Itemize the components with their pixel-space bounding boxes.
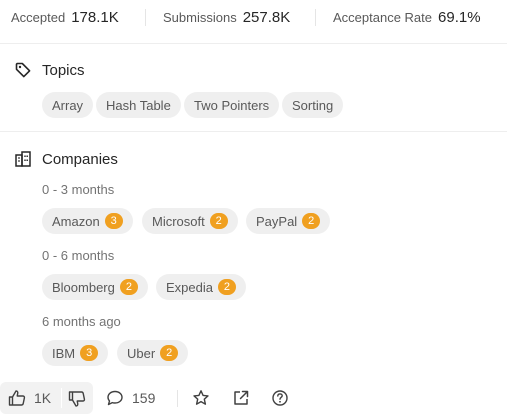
acceptance-rate-value: 69.1%	[438, 9, 481, 26]
company-tag[interactable]: Microsoft 2	[142, 208, 238, 234]
vote-divider	[61, 388, 62, 408]
star-icon[interactable]	[192, 389, 210, 407]
company-tag[interactable]: Amazon 3	[42, 208, 133, 234]
accepted-value: 178.1K	[71, 9, 119, 26]
topic-tag-label: Two Pointers	[194, 97, 270, 113]
topic-tag-label: Sorting	[292, 97, 334, 113]
acceptance-rate-label: Acceptance Rate	[333, 10, 433, 25]
company-tag[interactable]: PayPal 2	[246, 208, 331, 234]
topic-tag[interactable]: Hash Table	[96, 92, 181, 118]
help-icon[interactable]	[271, 389, 289, 407]
period-label: 6 months ago	[42, 314, 121, 329]
company-name: PayPal	[256, 213, 298, 229]
thumbs-up-icon[interactable]	[8, 389, 26, 407]
company-tag[interactable]: Expedia 2	[156, 274, 246, 300]
stats-bar: Accepted 178.1K Submissions 257.8K Accepta…	[0, 0, 507, 35]
company-name: Uber	[127, 345, 156, 361]
topic-tag-label: Hash Table	[106, 97, 171, 113]
stat-divider	[145, 9, 146, 26]
topic-tag[interactable]: Two Pointers	[184, 92, 280, 118]
comment-icon[interactable]	[106, 389, 124, 407]
share-icon[interactable]	[232, 389, 250, 407]
period-label: 0 - 3 months	[42, 182, 115, 197]
count-badge: 3	[80, 345, 99, 361]
count-badge: 2	[217, 279, 236, 295]
count-badge: 2	[119, 279, 138, 295]
topic-tag-label: Array	[52, 97, 84, 113]
company-tag[interactable]: IBM 3	[42, 340, 109, 366]
vote-group: 1K	[0, 382, 93, 414]
submissions-label: Submissions	[163, 10, 237, 25]
company-name: Microsoft	[152, 213, 205, 229]
accepted-stat: Accepted 178.1K	[11, 9, 119, 26]
likes-count[interactable]: 1K	[34, 390, 51, 406]
count-badge: 2	[160, 345, 179, 361]
footer-actions: 1K 159	[0, 382, 507, 414]
tag-icon	[15, 62, 31, 78]
topic-tag[interactable]: Array	[42, 92, 94, 118]
companies-header[interactable]: Companies	[14, 150, 118, 168]
acceptance-rate-stat: Acceptance Rate 69.1%	[333, 9, 481, 26]
divider	[0, 43, 507, 44]
footer-divider	[177, 390, 178, 407]
count-badge: 2	[209, 213, 228, 229]
count-badge: 3	[104, 213, 123, 229]
company-name: Amazon	[52, 213, 100, 229]
company-name: Expedia	[166, 279, 213, 295]
submissions-value: 257.8K	[242, 9, 291, 26]
building-icon	[15, 151, 31, 167]
submissions-stat: Submissions 257.8K	[163, 9, 290, 26]
company-tag[interactable]: Bloomberg 2	[42, 274, 148, 300]
company-name: IBM	[52, 345, 76, 361]
comments-count[interactable]: 159	[132, 390, 155, 406]
company-tag[interactable]: Uber 2	[117, 340, 189, 366]
divider	[0, 131, 507, 132]
thumbs-down-icon[interactable]	[68, 390, 86, 408]
topics-header[interactable]: Topics	[14, 61, 85, 79]
topics-title: Topics	[42, 61, 85, 79]
period-label: 0 - 6 months	[42, 248, 115, 263]
topic-tag[interactable]: Sorting	[282, 92, 344, 118]
companies-title: Companies	[42, 150, 118, 168]
accepted-label: Accepted	[11, 10, 66, 25]
count-badge: 2	[302, 213, 321, 229]
stat-divider	[315, 9, 316, 26]
company-name: Bloomberg	[52, 279, 115, 295]
